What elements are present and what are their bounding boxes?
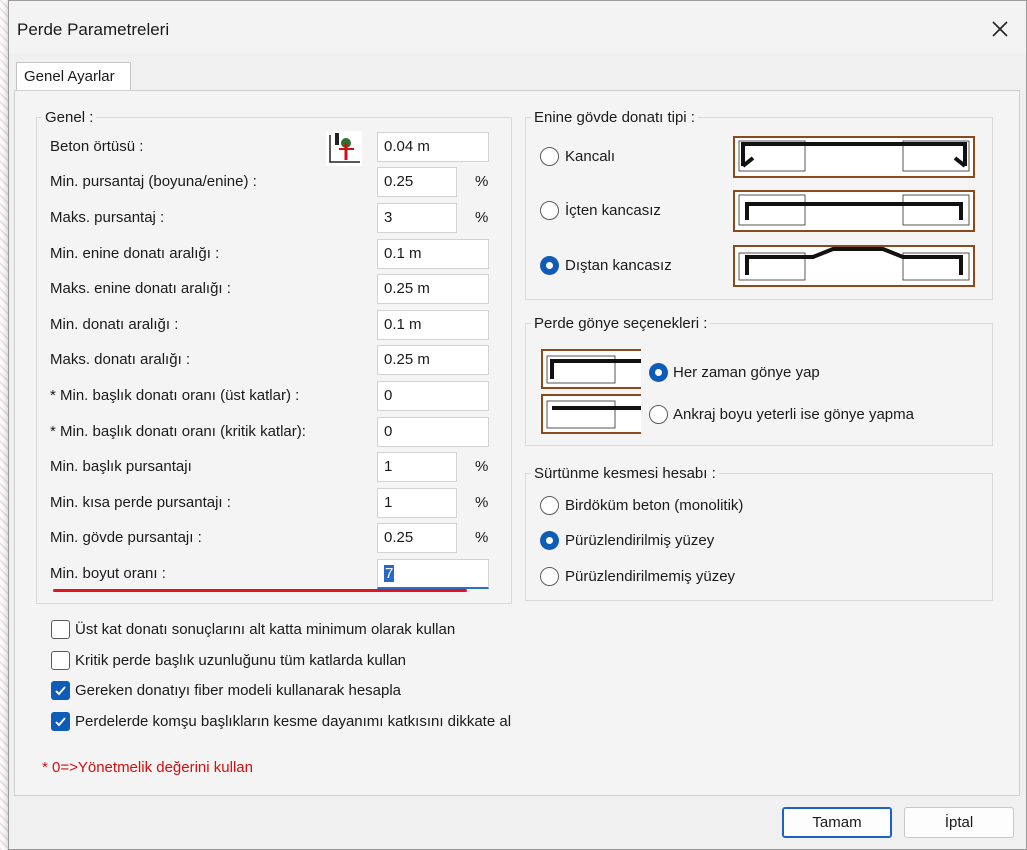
field-input[interactable]: 0.25	[377, 523, 457, 553]
field-label: * Min. başlık donatı oranı (üst katlar) …	[50, 387, 300, 404]
surtunme-option-label[interactable]: Pürüzlendirilmemiş yüzey	[565, 568, 735, 585]
cancel-button[interactable]: İptal	[904, 807, 1014, 838]
field-label: Maks. donatı aralığı :	[50, 351, 191, 368]
field-label: Min. pursantaj (boyuna/enine) :	[50, 173, 257, 190]
gonye-radio[interactable]	[649, 363, 668, 382]
ok-button[interactable]: Tamam	[782, 807, 892, 838]
kancali-diagram	[733, 136, 975, 182]
field-label: Maks. pursantaj :	[50, 209, 165, 226]
field-label: Min. başlık pursantajı	[50, 458, 192, 475]
field-input[interactable]: 3	[377, 203, 457, 233]
genel-group-title: Genel :	[42, 109, 97, 126]
field-input[interactable]: 0	[377, 417, 489, 447]
field-input[interactable]: 0.25	[377, 167, 457, 197]
field-label: Min. donatı aralığı :	[50, 316, 179, 333]
checkbox-label[interactable]: Üst kat donatı sonuçlarını alt katta min…	[75, 621, 455, 638]
field-label: Min. kısa perde pursantajı :	[50, 494, 231, 511]
checkmark-icon	[55, 717, 66, 727]
field-label: Min. enine donatı aralığı :	[50, 245, 220, 262]
close-icon	[992, 21, 1008, 37]
field-input[interactable]: 0.25 m	[377, 345, 489, 375]
checkbox[interactable]	[51, 712, 70, 731]
field-input[interactable]: 7	[377, 559, 489, 589]
checkbox[interactable]	[51, 620, 70, 639]
gonye-option-label[interactable]: Ankraj boyu yeterli ise gönye yapma	[673, 406, 914, 423]
enine-radio[interactable]	[540, 256, 559, 275]
checkbox-label[interactable]: Gereken donatıyı fiber modeli kullanarak…	[75, 682, 401, 699]
surtunme-radio[interactable]	[540, 567, 559, 586]
beton-ortusu-icon	[326, 131, 362, 166]
field-input[interactable]: 0.04 m	[377, 132, 489, 162]
field-label: Min. gövde pursantajı :	[50, 529, 202, 546]
checkmark-icon	[55, 686, 66, 696]
highlight-underline	[53, 589, 467, 592]
surtunme-group-title: Sürtünme kesmesi hesabı :	[531, 465, 719, 482]
icten-kancasiz-diagram	[733, 190, 975, 236]
surtunme-radio[interactable]	[540, 531, 559, 550]
surtunme-radio[interactable]	[540, 496, 559, 515]
checkbox[interactable]	[51, 681, 70, 700]
field-label: * Min. başlık donatı oranı (kritik katla…	[50, 423, 306, 440]
unit-label: %	[475, 494, 489, 511]
unit-label: %	[475, 529, 489, 546]
checkbox-label[interactable]: Kritik perde başlık uzunluğunu tüm katla…	[75, 652, 406, 669]
checkbox[interactable]	[51, 651, 70, 670]
field-input[interactable]: 0.25 m	[377, 274, 489, 304]
field-input[interactable]: 1	[377, 452, 457, 482]
field-input[interactable]: 1	[377, 488, 457, 518]
enine-group-title: Enine gövde donatı tipi :	[531, 109, 698, 126]
gonye-option-label[interactable]: Her zaman gönye yap	[673, 364, 820, 381]
unit-label: %	[475, 173, 489, 190]
dialog-title: Perde Parametreleri	[17, 20, 170, 39]
gonye-yap-diagram	[541, 349, 641, 393]
field-input[interactable]: 0.1 m	[377, 239, 489, 269]
enine-option-label[interactable]: Kancalı	[565, 148, 615, 165]
title-bar: Perde Parametreleri	[9, 1, 1026, 53]
enine-radio[interactable]	[540, 147, 559, 166]
unit-label: %	[475, 458, 489, 475]
selected-text: 7	[384, 565, 395, 582]
note-text: * 0=>Yönetmelik değerini kullan	[42, 759, 253, 776]
enine-option-label[interactable]: Dıştan kancasız	[565, 257, 672, 274]
field-input[interactable]: 0.1 m	[377, 310, 489, 340]
close-button[interactable]	[980, 11, 1020, 47]
field-input[interactable]: 0	[377, 381, 489, 411]
tab-genel-ayarlar[interactable]: Genel Ayarlar	[16, 62, 131, 91]
field-label: Beton örtüsü :	[50, 138, 144, 155]
distan-kancasiz-diagram	[733, 245, 975, 291]
enine-radio[interactable]	[540, 201, 559, 220]
enine-option-label[interactable]: İçten kancasız	[565, 202, 661, 219]
checkbox-label[interactable]: Perdelerde komşu başlıkların kesme dayan…	[75, 713, 511, 730]
unit-label: %	[475, 209, 489, 226]
perde-parametreleri-dialog: Perde Parametreleri Genel Ayarlar Genel …	[8, 0, 1027, 850]
gonye-radio[interactable]	[649, 405, 668, 424]
field-label: Min. boyut oranı :	[50, 565, 166, 582]
surtunme-option-label[interactable]: Birdöküm beton (monolitik)	[565, 497, 743, 514]
field-label: Maks. enine donatı aralığı :	[50, 280, 231, 297]
surtunme-option-label[interactable]: Pürüzlendirilmiş yüzey	[565, 532, 714, 549]
gonye-yapma-diagram	[541, 394, 641, 438]
gonye-group-title: Perde gönye seçenekleri :	[531, 315, 711, 332]
